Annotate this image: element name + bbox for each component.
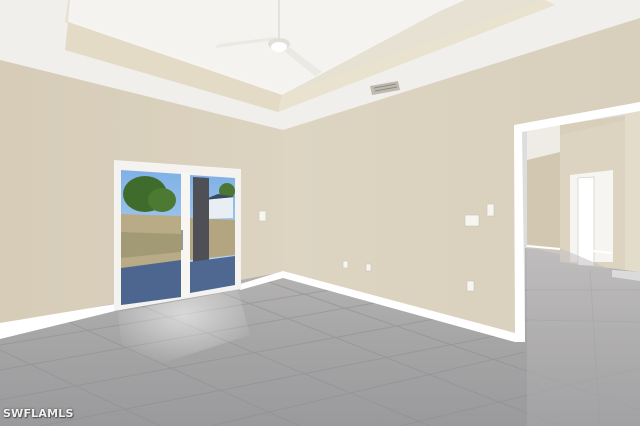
room-illustration — [0, 0, 640, 426]
watermark-logo: SWFLAMLS — [3, 407, 74, 420]
hallway-doorway — [514, 102, 640, 426]
sliding-glass-door — [114, 160, 241, 311]
room-photo: SWFLAMLS — [0, 0, 640, 426]
